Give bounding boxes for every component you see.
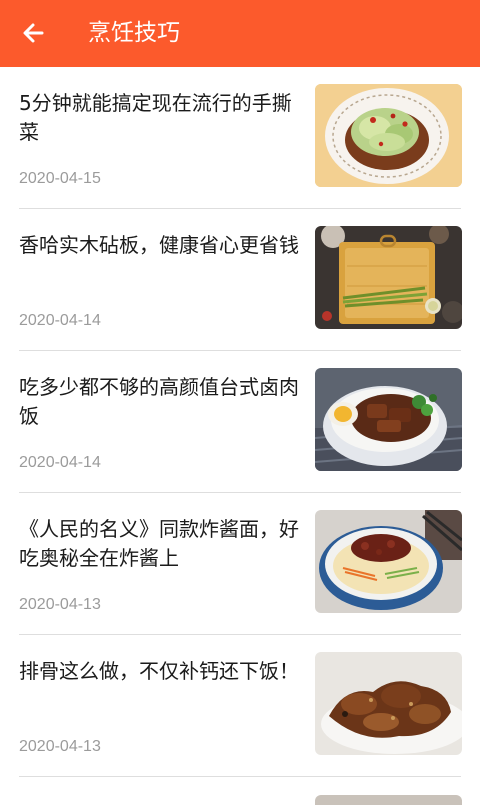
- app-bar: 烹饪技巧: [0, 0, 480, 67]
- article-date: 2020-04-14: [19, 312, 101, 329]
- article-title: 香哈实木砧板，健康省心更省钱: [19, 233, 299, 257]
- article-list: 5分钟就能搞定现在流行的手撕菜 2020-04-15 香哈实木砧板，健康省心更省…: [0, 67, 480, 777]
- article-thumbnail: [315, 226, 462, 329]
- article-date: 2020-04-15: [19, 170, 101, 187]
- arrow-left-icon: [23, 23, 44, 43]
- article-thumbnail: [315, 795, 462, 805]
- article-thumbnail: [315, 510, 462, 613]
- article-title: 排骨这么做，不仅补钙还下饭！: [19, 659, 299, 683]
- article-title: 《人民的名义》同款炸酱面，好吃奥秘全在炸酱上: [19, 517, 299, 570]
- page-title: 烹饪技巧: [88, 20, 180, 46]
- article-item[interactable]: 5分钟就能搞定现在流行的手撕菜 2020-04-15: [0, 67, 480, 209]
- article-thumbnail: [315, 652, 462, 755]
- braised-pork-rice-image: [315, 368, 462, 471]
- spare-ribs-image: [315, 652, 462, 755]
- article-item[interactable]: 《人民的名义》同款炸酱面，好吃奥秘全在炸酱上 2020-04-13: [0, 493, 480, 635]
- article-thumbnail: [315, 84, 462, 187]
- zhajiang-noodles-image: [315, 510, 462, 613]
- article-title: 5分钟就能搞定现在流行的手撕菜: [19, 91, 292, 144]
- cabbage-dish-image: [315, 84, 462, 187]
- article-title: 吃多少都不够的高颜值台式卤肉饭: [19, 375, 299, 428]
- article-item[interactable]: 香哈实木砧板，健康省心更省钱 2020-04-14: [0, 209, 480, 351]
- article-date: 2020-04-14: [19, 454, 101, 471]
- article-item[interactable]: 吃多少都不够的高颜值台式卤肉饭 2020-04-14: [0, 351, 480, 493]
- article-item[interactable]: 排骨这么做，不仅补钙还下饭！ 2020-04-13: [0, 635, 480, 777]
- article-date: 2020-04-13: [19, 738, 101, 755]
- divider: [19, 776, 461, 777]
- article-thumbnail: [315, 368, 462, 471]
- article-date: 2020-04-13: [19, 596, 101, 613]
- back-button[interactable]: [16, 17, 52, 49]
- cutting-board-image: [315, 226, 462, 329]
